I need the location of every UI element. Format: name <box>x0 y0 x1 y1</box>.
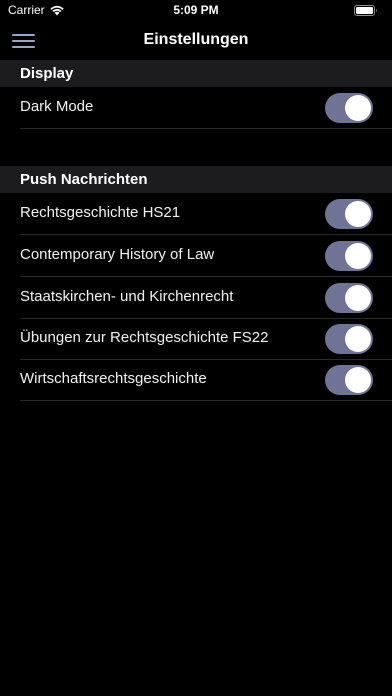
push-toggle[interactable] <box>325 365 373 395</box>
toggle-knob <box>345 95 371 121</box>
toggle-knob <box>345 326 371 352</box>
section-header-display: Display <box>0 60 392 87</box>
section-header-push: Push Nachrichten <box>0 166 392 193</box>
setting-label: Contemporary History of Law <box>20 246 215 263</box>
setting-label: Staatskirchen- und Kirchenrecht <box>20 288 234 305</box>
navigation-bar: Einstellungen <box>0 22 392 60</box>
setting-row-uebungen-fs22: Übungen zur Rechtsgeschichte FS22 <box>0 318 392 360</box>
push-toggle[interactable] <box>325 283 373 313</box>
row-divider <box>20 128 392 129</box>
setting-row-dark-mode: Dark Mode <box>0 87 392 129</box>
setting-label: Dark Mode <box>20 98 94 115</box>
setting-row-staatskirchenrecht: Staatskirchen- und Kirchenrecht <box>0 277 392 319</box>
row-divider <box>20 400 392 401</box>
toggle-knob <box>345 285 371 311</box>
setting-row-rechtsgeschichte-hs21: Rechtsgeschichte HS21 <box>0 193 392 235</box>
push-toggle[interactable] <box>325 199 373 229</box>
toggle-knob <box>345 243 371 269</box>
push-toggle[interactable] <box>325 241 373 271</box>
settings-screen: Carrier 5:09 PM Einstellungen Display Da… <box>0 0 392 696</box>
battery-icon <box>354 5 377 16</box>
status-time: 5:09 PM <box>173 3 219 17</box>
push-toggle[interactable] <box>325 324 373 354</box>
status-bar: Carrier 5:09 PM <box>0 0 392 22</box>
dark-mode-toggle[interactable] <box>325 93 373 123</box>
setting-label: Übungen zur Rechtsgeschichte FS22 <box>20 329 269 346</box>
setting-label: Rechtsgeschichte HS21 <box>20 204 181 221</box>
toggle-knob <box>345 201 371 227</box>
setting-row-contemporary-history: Contemporary History of Law <box>0 235 392 277</box>
setting-label: Wirtschaftsrechtsgeschichte <box>20 370 207 387</box>
toggle-knob <box>345 367 371 393</box>
page-title: Einstellungen <box>143 31 249 48</box>
setting-row-wirtschaftsrechtsgeschichte: Wirtschaftsrechtsgeschichte <box>0 359 392 401</box>
